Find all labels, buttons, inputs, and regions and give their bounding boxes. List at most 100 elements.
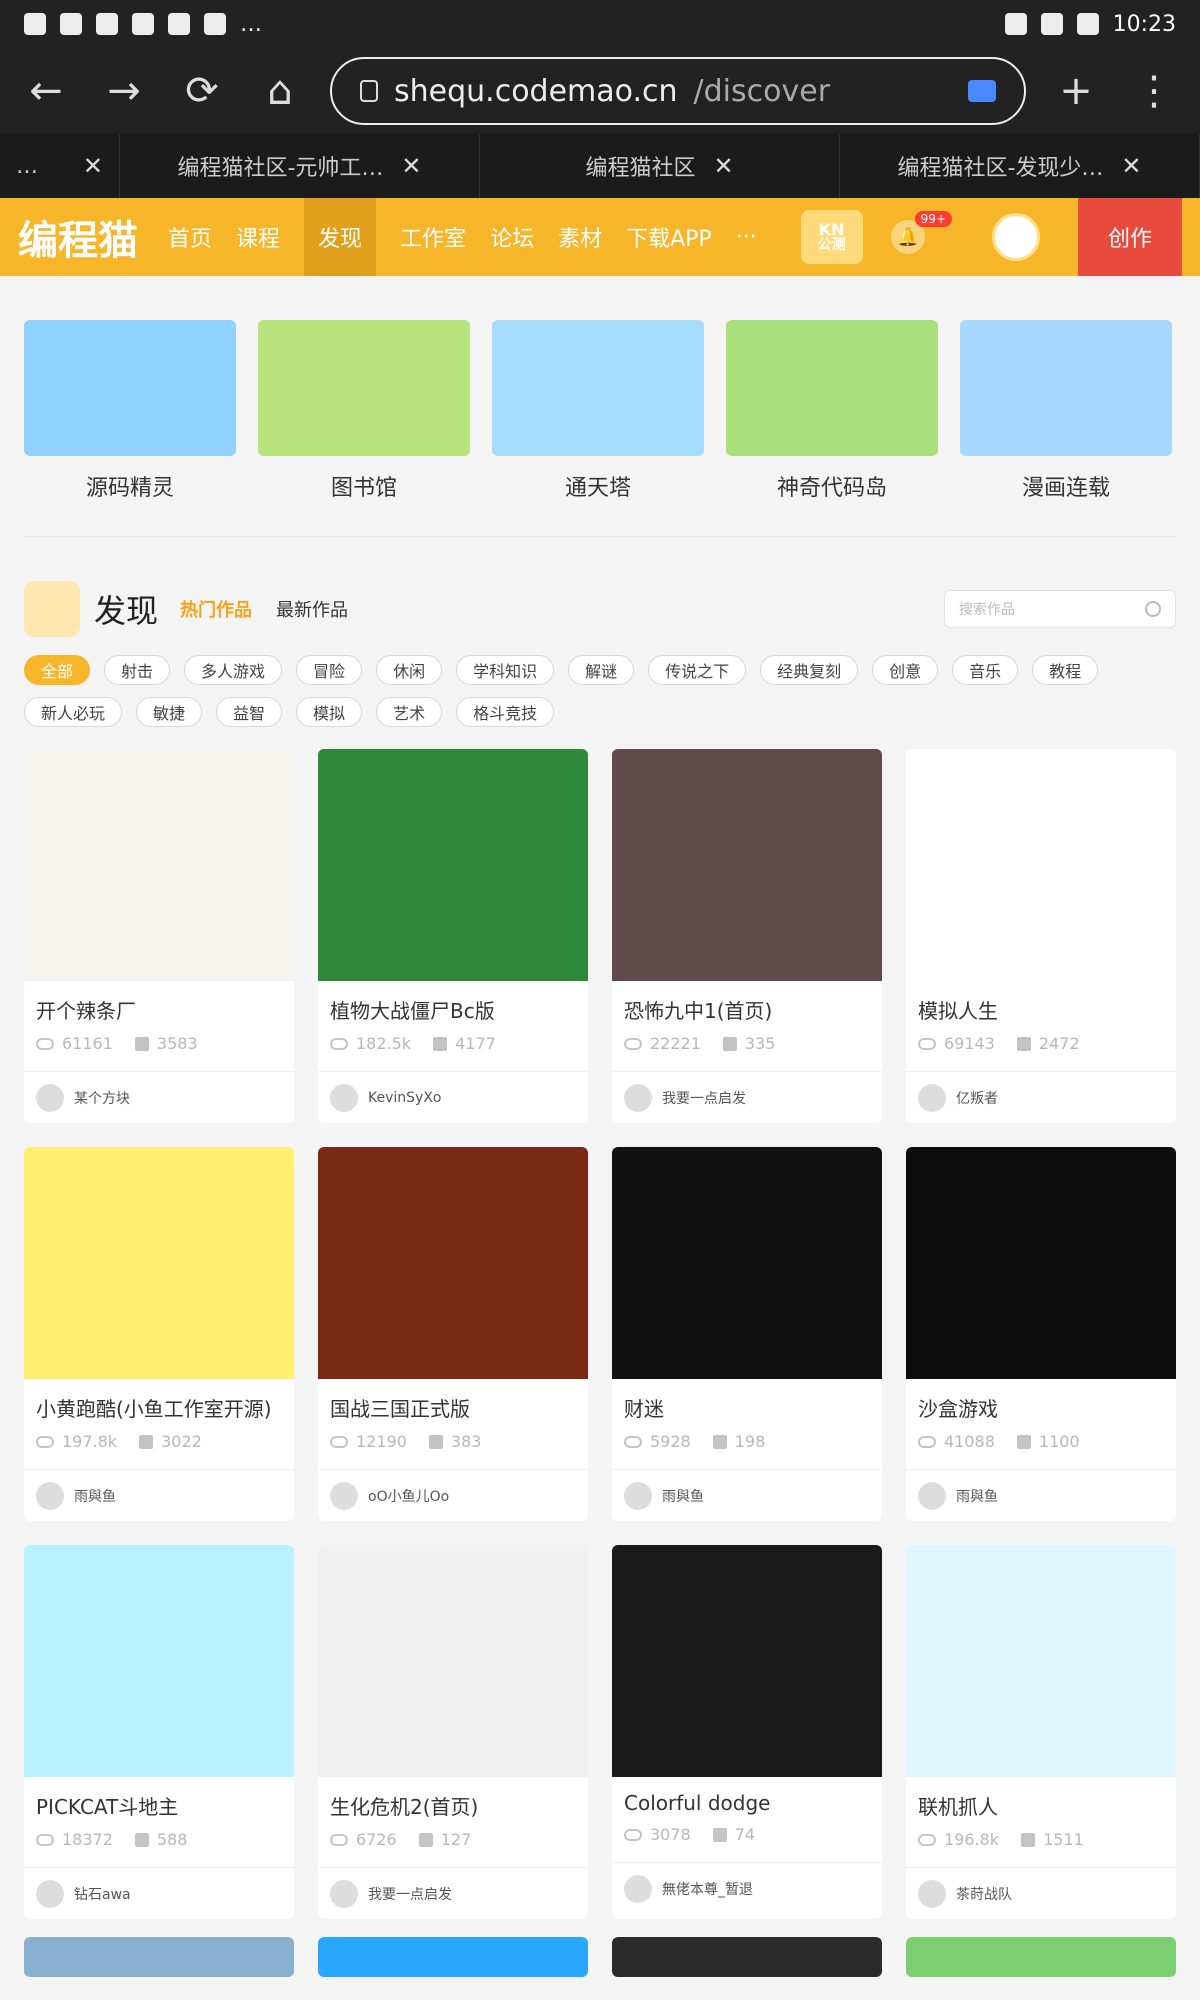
work-author[interactable]: 茶莳战队 bbox=[906, 1867, 1176, 1919]
author-name[interactable]: 钻石awa bbox=[74, 1884, 131, 1904]
forward-button[interactable]: → bbox=[96, 63, 152, 119]
work-title[interactable]: 财迷 bbox=[612, 1379, 882, 1422]
work-author[interactable]: oO小鱼儿Oo bbox=[318, 1469, 588, 1521]
tab-item[interactable]: … ✕ bbox=[0, 134, 120, 198]
work-title[interactable]: 模拟人生 bbox=[906, 981, 1176, 1024]
work-author[interactable]: 某个方块 bbox=[24, 1071, 294, 1123]
category-chip[interactable]: 新人必玩 bbox=[24, 697, 123, 727]
work-thumbnail[interactable] bbox=[318, 749, 588, 981]
author-name[interactable]: 我要一点启发 bbox=[368, 1884, 452, 1904]
work-card[interactable] bbox=[318, 1937, 588, 1977]
category-chip[interactable]: 全部 bbox=[24, 655, 91, 685]
banner-card[interactable]: 神奇代码岛 bbox=[726, 320, 938, 502]
work-thumbnail[interactable] bbox=[906, 1937, 1176, 1977]
kn-button[interactable]: KN 公测 bbox=[800, 210, 863, 264]
work-title[interactable]: 国战三国正式版 bbox=[318, 1379, 588, 1422]
menu-button[interactable]: ⋮ bbox=[1126, 63, 1182, 119]
category-chip[interactable]: 休闲 bbox=[376, 655, 443, 685]
tab-hot[interactable]: 热门作品 bbox=[180, 596, 252, 622]
reload-button[interactable]: ⟳ bbox=[174, 63, 230, 119]
work-thumbnail[interactable] bbox=[318, 1937, 588, 1977]
work-card[interactable] bbox=[906, 1937, 1176, 1977]
nav-item[interactable]: 论坛 bbox=[490, 198, 534, 276]
site-logo[interactable]: 编程猫 bbox=[18, 208, 138, 266]
banner-card[interactable]: 漫画连载 bbox=[960, 320, 1172, 502]
work-card[interactable]: 模拟人生 69143 2472 亿叛者 bbox=[906, 749, 1176, 1123]
work-card[interactable]: PICKCAT斗地主 18372 588 钻石awa bbox=[24, 1545, 294, 1919]
work-thumbnail[interactable] bbox=[318, 1545, 588, 1777]
author-name[interactable]: 無佬本尊_暂退 bbox=[662, 1879, 753, 1899]
category-chip[interactable]: 格斗竞技 bbox=[456, 697, 555, 727]
category-chip[interactable]: 传说之下 bbox=[648, 655, 747, 685]
work-card[interactable] bbox=[612, 1937, 882, 1977]
author-avatar[interactable] bbox=[918, 1083, 946, 1112]
author-name[interactable]: 雨與鱼 bbox=[74, 1486, 116, 1506]
work-title[interactable]: Colorful dodge bbox=[612, 1777, 882, 1815]
work-thumbnail[interactable] bbox=[612, 1545, 882, 1777]
work-card[interactable]: 沙盒游戏 41088 1100 雨與鱼 bbox=[906, 1147, 1176, 1521]
avatar[interactable] bbox=[992, 213, 1040, 261]
work-title[interactable]: 生化危机2(首页) bbox=[318, 1777, 588, 1820]
category-chip[interactable]: 冒险 bbox=[296, 655, 363, 685]
category-chip[interactable]: 创意 bbox=[872, 655, 939, 685]
work-card[interactable] bbox=[24, 1937, 294, 1977]
work-thumbnail[interactable] bbox=[906, 1147, 1176, 1379]
banner-card[interactable]: 图书馆 bbox=[258, 320, 470, 502]
author-avatar[interactable] bbox=[330, 1879, 358, 1908]
category-chip[interactable]: 益智 bbox=[216, 697, 283, 727]
work-title[interactable]: 植物大战僵尸Bc版 bbox=[318, 981, 588, 1024]
author-name[interactable]: 我要一点启发 bbox=[662, 1088, 746, 1108]
nav-item[interactable]: 下载APP bbox=[626, 198, 712, 276]
work-author[interactable]: 我要一点启发 bbox=[318, 1867, 588, 1919]
work-card[interactable]: Colorful dodge 3078 74 無佬本尊_暂退 bbox=[612, 1545, 882, 1919]
work-card[interactable]: 恐怖九中1(首页) 22221 335 我要一点启发 bbox=[612, 749, 882, 1123]
close-icon[interactable]: ✕ bbox=[713, 152, 733, 180]
author-name[interactable]: 茶莳战队 bbox=[956, 1884, 1012, 1904]
nav-item[interactable]: 素材 bbox=[558, 198, 602, 276]
search-input[interactable]: 搜索作品 bbox=[944, 590, 1176, 628]
create-button[interactable]: 创作 bbox=[1078, 198, 1182, 276]
work-title[interactable]: 联机抓人 bbox=[906, 1777, 1176, 1820]
author-avatar[interactable] bbox=[36, 1879, 64, 1908]
author-name[interactable]: oO小鱼儿Oo bbox=[368, 1486, 449, 1506]
work-author[interactable]: 钻石awa bbox=[24, 1867, 294, 1919]
work-card[interactable]: 小黄跑酷(小鱼工作室开源) 197.8k 3022 雨與鱼 bbox=[24, 1147, 294, 1521]
search-icon[interactable] bbox=[1145, 601, 1161, 617]
category-chip[interactable]: 射击 bbox=[104, 655, 171, 685]
work-thumbnail[interactable] bbox=[906, 749, 1176, 981]
nav-item[interactable]: 课程 bbox=[236, 198, 280, 276]
home-button[interactable]: ⌂ bbox=[252, 63, 308, 119]
work-card[interactable]: 生化危机2(首页) 6726 127 我要一点启发 bbox=[318, 1545, 588, 1919]
category-chip[interactable]: 教程 bbox=[1032, 655, 1099, 685]
category-chip[interactable]: 模拟 bbox=[296, 697, 363, 727]
work-author[interactable]: 雨與鱼 bbox=[24, 1469, 294, 1521]
author-avatar[interactable] bbox=[36, 1083, 64, 1112]
category-chip[interactable]: 音乐 bbox=[952, 655, 1019, 685]
banner-card[interactable]: 通天塔 bbox=[492, 320, 704, 502]
work-card[interactable]: 开个辣条厂 61161 3583 某个方块 bbox=[24, 749, 294, 1123]
back-button[interactable]: ← bbox=[18, 63, 74, 119]
author-name[interactable]: 雨與鱼 bbox=[662, 1486, 704, 1506]
work-thumbnail[interactable] bbox=[24, 1147, 294, 1379]
category-chip[interactable]: 敏捷 bbox=[136, 697, 203, 727]
work-thumbnail[interactable] bbox=[612, 749, 882, 981]
author-name[interactable]: 雨與鱼 bbox=[956, 1486, 998, 1506]
address-bar[interactable]: shequ.codemao.cn/discover bbox=[330, 57, 1026, 125]
author-avatar[interactable] bbox=[624, 1083, 652, 1112]
category-chip[interactable]: 解谜 bbox=[568, 655, 635, 685]
tab-new[interactable]: 最新作品 bbox=[276, 596, 348, 622]
tab-switcher-icon[interactable] bbox=[968, 80, 996, 102]
nav-item[interactable]: ··· bbox=[736, 198, 757, 276]
work-title[interactable]: 开个辣条厂 bbox=[24, 981, 294, 1024]
work-author[interactable]: 無佬本尊_暂退 bbox=[612, 1862, 882, 1914]
work-thumbnail[interactable] bbox=[24, 1937, 294, 1977]
author-avatar[interactable] bbox=[918, 1879, 946, 1908]
category-chip[interactable]: 多人游戏 bbox=[184, 655, 283, 685]
work-author[interactable]: 我要一点启发 bbox=[612, 1071, 882, 1123]
author-avatar[interactable] bbox=[918, 1481, 946, 1510]
work-thumbnail[interactable] bbox=[24, 1545, 294, 1777]
category-chip[interactable]: 经典复刻 bbox=[760, 655, 859, 685]
work-thumbnail[interactable] bbox=[24, 749, 294, 981]
nav-item[interactable]: 工作室 bbox=[400, 198, 466, 276]
nav-item[interactable]: 发现 bbox=[304, 198, 377, 276]
